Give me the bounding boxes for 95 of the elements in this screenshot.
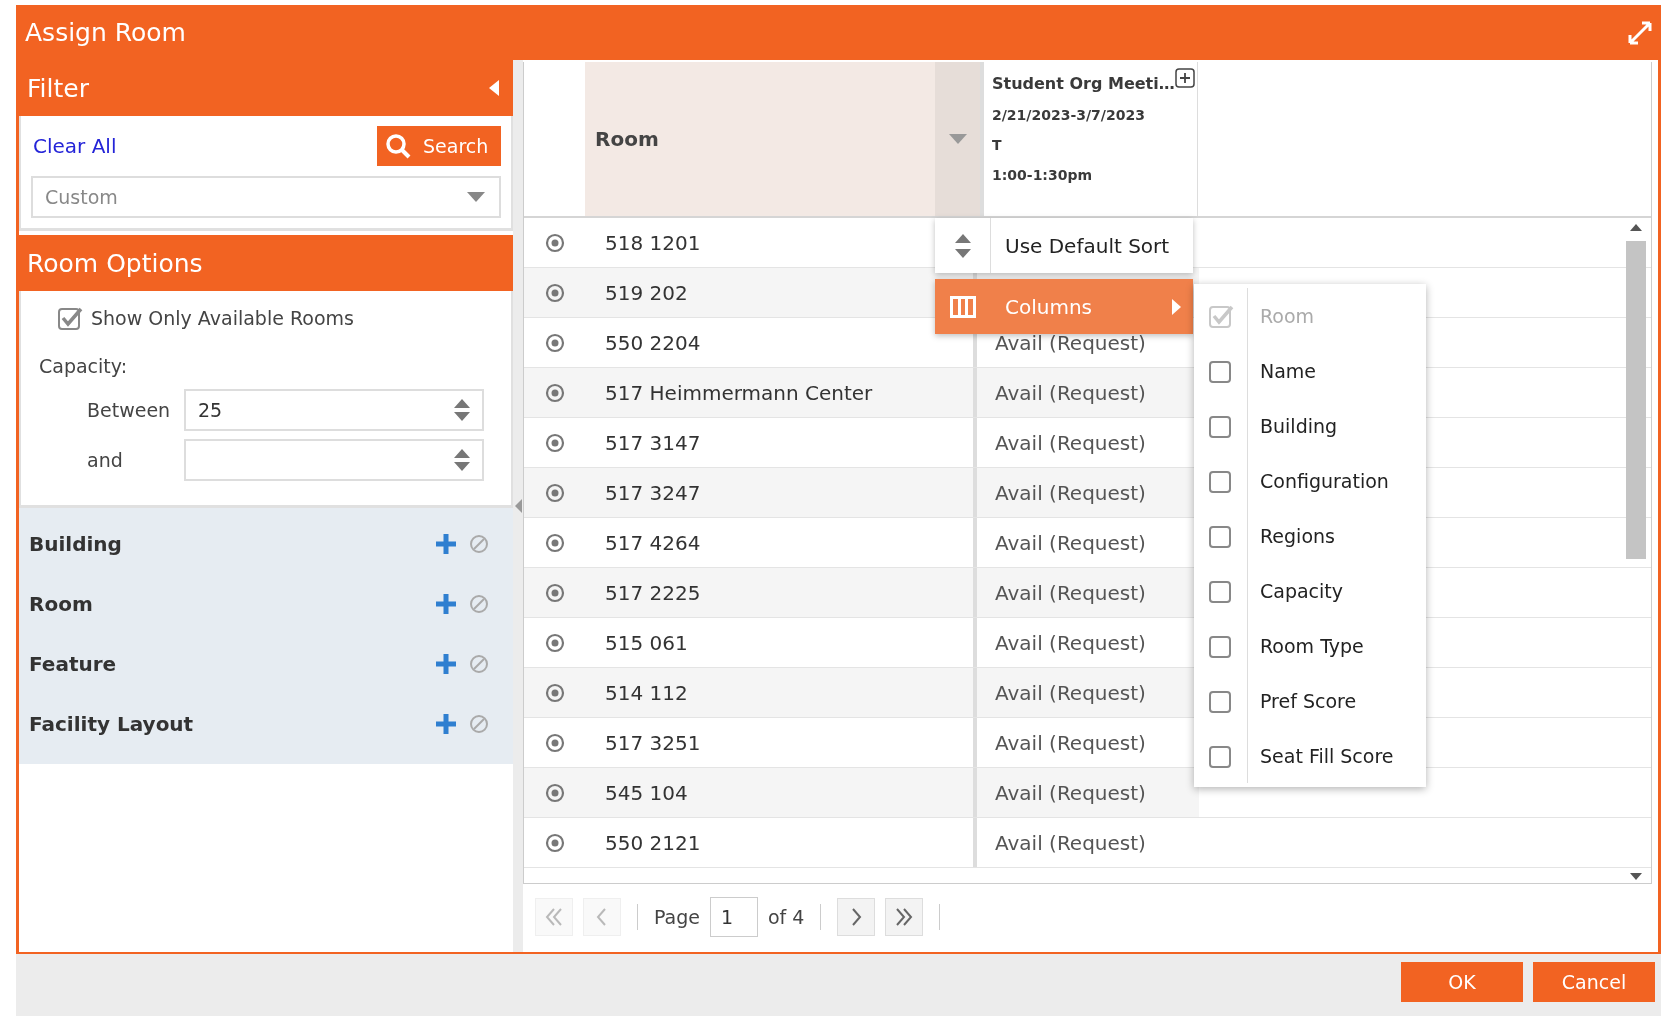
menu-item[interactable]: Pref Score — [1194, 673, 1426, 728]
field-label: and — [86, 449, 124, 471]
table-cell: Avail (Request) — [995, 680, 1146, 705]
last-page-button[interactable] — [885, 898, 924, 936]
table-cell: 517 3247 — [605, 480, 701, 505]
page-field[interactable]: 1 — [710, 897, 758, 937]
table-cell: Avail (Request) — [995, 480, 1146, 505]
double-chevron-left-icon — [543, 906, 565, 928]
select-row-icon[interactable] — [544, 632, 565, 653]
event-time: 1:00-1:30pm — [992, 167, 1094, 183]
collapse-icon[interactable] — [489, 80, 499, 96]
clear-icon[interactable] — [469, 594, 489, 614]
table-cell: Avail (Request) — [995, 830, 1146, 855]
menu-item[interactable]: Building — [1194, 398, 1426, 453]
page-count: of 4 — [768, 906, 805, 928]
event-dates: 2/21/2023-3/7/2023 — [992, 107, 1146, 123]
table-cell: 550 2204 — [605, 330, 701, 355]
scroll-up-icon[interactable] — [1630, 224, 1642, 231]
filter-group-label: Feature — [29, 652, 117, 676]
page-label: Page — [654, 906, 700, 928]
select-row-icon[interactable] — [544, 732, 565, 753]
table-cell: 517 3147 — [605, 430, 701, 455]
table-cell: 517 4264 — [605, 530, 701, 555]
table-cell: 545 104 — [605, 780, 688, 805]
plus-icon[interactable] — [435, 593, 457, 615]
select-row-icon[interactable] — [544, 482, 565, 503]
number-field[interactable] — [184, 439, 484, 481]
select-row-icon[interactable] — [544, 582, 565, 603]
event-title: Student Org Meeti… — [992, 74, 1175, 93]
select-row-icon[interactable] — [544, 782, 565, 803]
select-row-icon[interactable] — [544, 282, 565, 303]
menu-item[interactable]: Room Type — [1194, 618, 1426, 673]
window-title: Assign Room — [25, 18, 186, 47]
expand-box-icon[interactable] — [1175, 68, 1195, 88]
clear-icon[interactable] — [469, 654, 489, 674]
clear-all-link[interactable]: Clear All — [31, 134, 117, 158]
table-cell: 514 112 — [605, 680, 688, 705]
preset-dropdown[interactable]: Custom — [31, 176, 501, 218]
checkbox[interactable] — [57, 305, 83, 331]
table-cell: Avail (Request) — [995, 380, 1146, 405]
column-header[interactable]: Room — [585, 62, 935, 216]
menu-item[interactable]: Regions — [1194, 508, 1426, 563]
expand-icon[interactable] — [1628, 20, 1652, 45]
scroll-down-icon[interactable] — [1630, 873, 1642, 880]
submenu-arrow-icon — [1172, 298, 1181, 315]
table-cell: 517 2225 — [605, 580, 701, 605]
select-row-icon[interactable] — [544, 382, 565, 403]
table-cell: 518 1201 — [605, 230, 701, 255]
clear-icon[interactable] — [469, 534, 489, 554]
table-cell: 517 Heimmermann Center — [605, 380, 873, 405]
caret-icon — [948, 134, 967, 144]
menu-item[interactable]: Name — [1194, 343, 1426, 398]
plus-icon[interactable] — [435, 533, 457, 555]
plus-icon[interactable] — [435, 653, 457, 675]
table-cell: Avail (Request) — [995, 730, 1146, 755]
number-field[interactable]: 25 — [184, 389, 484, 431]
select-row-icon[interactable] — [544, 832, 565, 853]
spinner-icon[interactable] — [454, 449, 470, 471]
select-row-icon[interactable] — [544, 682, 565, 703]
field-label: Capacity: — [39, 355, 129, 377]
table-cell: Avail (Request) — [995, 780, 1146, 805]
select-row-icon[interactable] — [544, 232, 565, 253]
select-row-icon[interactable] — [544, 532, 565, 553]
clear-icon[interactable] — [469, 714, 489, 734]
sort-icon — [954, 233, 971, 258]
caret-icon — [467, 192, 485, 202]
menu-item[interactable]: Use Default Sort — [935, 218, 1193, 273]
menu-item[interactable]: Seat Fill Score — [1194, 728, 1426, 783]
menu-item[interactable]: Capacity — [1194, 563, 1426, 618]
checkbox-label: Show Only Available Rooms — [91, 307, 354, 329]
table-cell: 550 2121 — [605, 830, 701, 855]
filter-group-label: Room — [29, 592, 93, 616]
columns-icon — [949, 295, 976, 318]
table-cell: 519 202 — [605, 280, 688, 305]
table-cell: Avail (Request) — [995, 530, 1146, 555]
panel-title: Filter — [27, 73, 89, 103]
table-cell: 515 061 — [605, 630, 688, 655]
select-row-icon[interactable] — [544, 432, 565, 453]
table-cell: Avail (Request) — [995, 630, 1146, 655]
table-cell: Avail (Request) — [995, 580, 1146, 605]
select-row-icon[interactable] — [544, 332, 565, 353]
dropdown-value: Custom — [45, 186, 118, 208]
table-cell: Avail (Request) — [995, 430, 1146, 455]
spinner-icon[interactable] — [454, 399, 470, 421]
search-icon — [385, 133, 411, 159]
table-cell: 517 3251 — [605, 730, 701, 755]
field-label: Between — [86, 399, 172, 421]
event-days: T — [992, 137, 1197, 153]
next-page-button[interactable] — [837, 898, 876, 936]
section-title: Room Options — [27, 248, 203, 278]
plus-icon[interactable] — [435, 713, 457, 735]
filter-group-label: Building — [29, 532, 122, 556]
scrollbar[interactable] — [1625, 224, 1647, 880]
filter-group-label: Facility Layout — [29, 712, 194, 736]
menu-item[interactable]: Configuration — [1194, 453, 1426, 508]
